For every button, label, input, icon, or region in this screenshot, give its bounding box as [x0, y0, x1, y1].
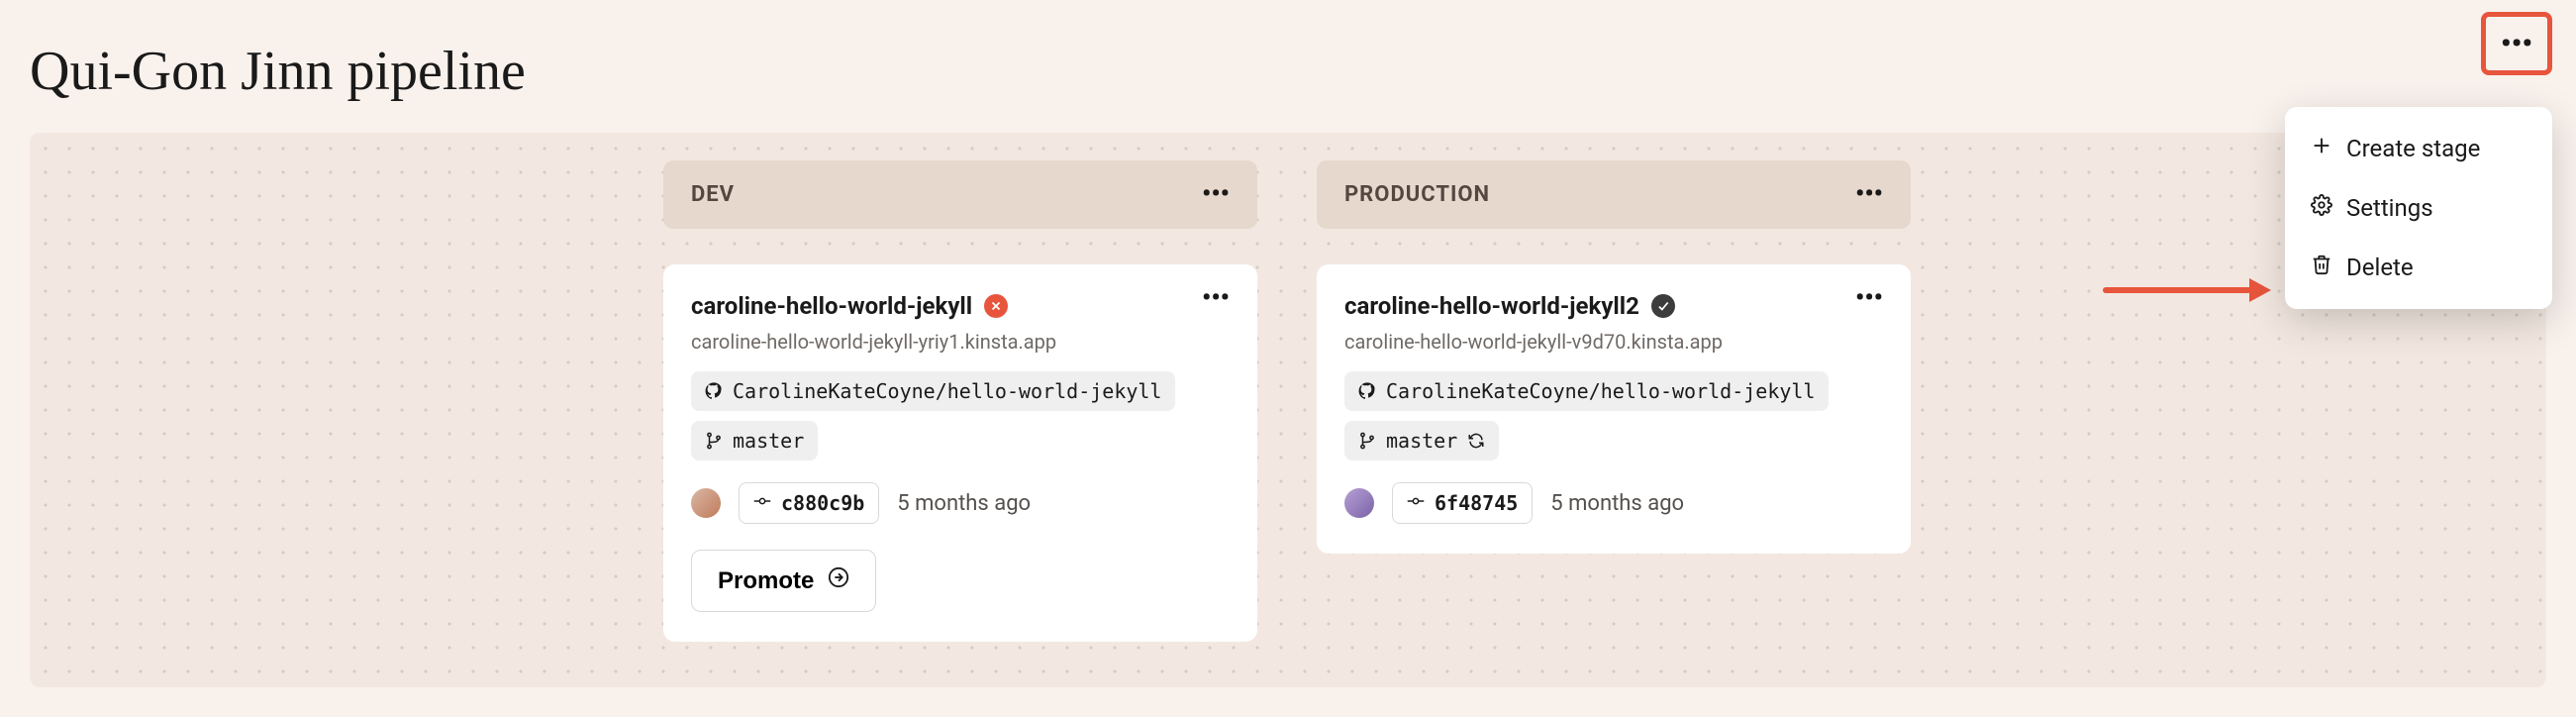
app-title[interactable]: caroline-hello-world-jekyll2 [1344, 292, 1639, 320]
card-more-button[interactable]: ••• [1202, 292, 1230, 305]
app-url[interactable]: caroline-hello-world-jekyll-yriy1.kinsta… [691, 330, 1056, 354]
page-title: Qui-Gon Jinn pipeline [0, 0, 2576, 133]
repo-label: CarolineKateCoyne/hello-world-jekyll [1386, 379, 1815, 403]
branch-chip[interactable]: master [691, 421, 818, 461]
repo-chip[interactable]: CarolineKateCoyne/hello-world-jekyll [691, 371, 1175, 411]
menu-label: Settings [2346, 194, 2433, 222]
repo-chip[interactable]: CarolineKateCoyne/hello-world-jekyll [1344, 371, 1829, 411]
stage-more-button[interactable]: ••• [1855, 188, 1883, 201]
trash-icon [2311, 254, 2332, 281]
avatar [1344, 488, 1374, 518]
commit-hash: c880c9b [781, 491, 864, 515]
app-card: caroline-hello-world-jekyll caroline-hel… [663, 264, 1257, 642]
relative-time: 5 months ago [1550, 491, 1684, 516]
stage-more-button[interactable]: ••• [1202, 188, 1230, 201]
arrow-right-circle-icon [828, 566, 849, 595]
annotation-arrow [2103, 287, 2271, 295]
card-more-button[interactable]: ••• [1855, 292, 1883, 305]
app-title[interactable]: caroline-hello-world-jekyll [691, 292, 972, 320]
stage-production: PRODUCTION ••• caroline-hello-world-jeky… [1317, 160, 1911, 642]
gear-icon [2311, 194, 2332, 222]
sync-icon [1467, 432, 1485, 450]
pipeline-board: DEV ••• caroline-hello-world-jekyll caro… [30, 133, 2546, 687]
stage-name: DEV [691, 182, 735, 207]
promote-label: Promote [718, 567, 814, 595]
menu-label: Create stage [2346, 135, 2480, 162]
commit-icon [1407, 491, 1425, 515]
commit-pill[interactable]: c880c9b [739, 482, 879, 524]
menu-label: Delete [2346, 254, 2414, 281]
app-card: caroline-hello-world-jekyll2 caroline-he… [1317, 264, 1911, 554]
pipeline-more-menu: Create stage Settings Delete [2285, 107, 2552, 309]
github-icon [1358, 382, 1376, 400]
status-error-icon [984, 294, 1008, 318]
app-url[interactable]: caroline-hello-world-jekyll-v9d70.kinsta… [1344, 330, 1723, 354]
more-horizontal-icon: ••• [2501, 37, 2532, 51]
menu-create-stage[interactable]: Create stage [2285, 119, 2552, 178]
relative-time: 5 months ago [897, 491, 1031, 516]
github-icon [705, 382, 723, 400]
branch-chip[interactable]: master [1344, 421, 1499, 461]
branch-icon [1358, 432, 1376, 450]
branch-label: master [733, 429, 804, 453]
plus-icon [2311, 135, 2332, 162]
branch-icon [705, 432, 723, 450]
stage-header: DEV ••• [663, 160, 1257, 229]
avatar [691, 488, 721, 518]
stage-header: PRODUCTION ••• [1317, 160, 1911, 229]
stage-name: PRODUCTION [1344, 182, 1490, 207]
stage-dev: DEV ••• caroline-hello-world-jekyll caro… [663, 160, 1257, 642]
pipeline-more-button[interactable]: ••• [2481, 12, 2552, 75]
repo-label: CarolineKateCoyne/hello-world-jekyll [733, 379, 1161, 403]
commit-pill[interactable]: 6f48745 [1392, 482, 1533, 524]
promote-button[interactable]: Promote [691, 550, 876, 612]
commit-hash: 6f48745 [1435, 491, 1518, 515]
branch-label: master [1386, 429, 1457, 453]
menu-settings[interactable]: Settings [2285, 178, 2552, 238]
status-ok-icon [1651, 294, 1675, 318]
menu-delete[interactable]: Delete [2285, 238, 2552, 297]
commit-icon [753, 491, 771, 515]
